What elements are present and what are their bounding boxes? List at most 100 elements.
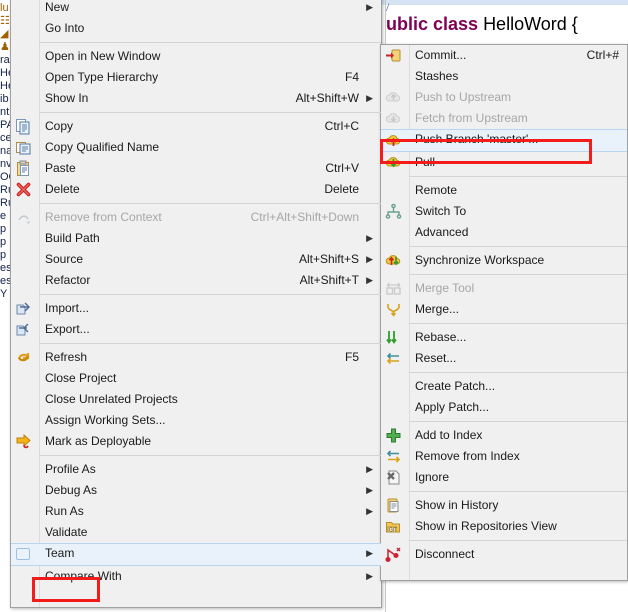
rebase-icon — [385, 329, 402, 346]
code-identifier: HelloWord { — [483, 14, 578, 34]
menu-item-profile-as[interactable]: Profile As ▶ — [11, 459, 381, 480]
menu-item-label: Import... — [45, 301, 90, 315]
menu-item-reset[interactable]: Reset... — [381, 348, 627, 369]
menu-separator — [39, 455, 381, 456]
menu-item-accelerator: Ctrl+Alt+Shift+Down — [250, 210, 359, 224]
menu-item-run-as[interactable]: Run As ▶ — [11, 501, 381, 522]
menu-item-list: New ▶ Go Into Open in New Window Open Type H… — [11, 0, 381, 587]
menu-item-label: Remove from Index — [415, 449, 520, 463]
menu-item-label: Debug As — [45, 483, 98, 497]
menu-item-label: Apply Patch... — [415, 400, 490, 414]
menu-item-label: Ignore — [415, 470, 450, 484]
menu-item-label: Remote — [415, 183, 458, 197]
chevron-right-icon: ▶ — [366, 275, 373, 285]
menu-item-import[interactable]: Import... — [11, 298, 381, 319]
copy-qualified-icon — [15, 139, 32, 156]
menu-item-add-to-index[interactable]: Add to Index — [381, 425, 627, 446]
menu-item-ignore[interactable]: Ignore — [381, 467, 627, 488]
menu-item-refresh[interactable]: Refresh F5 — [11, 347, 381, 368]
menu-item-label: New — [45, 0, 70, 14]
menu-item-export[interactable]: Export... — [11, 319, 381, 340]
menu-item-rebase[interactable]: Rebase... — [381, 327, 627, 348]
menu-item-push-to-upstream: Push to Upstream — [381, 87, 627, 108]
menu-item-show-in[interactable]: Show In Alt+Shift+W ▶ — [11, 88, 381, 109]
menu-item-show-in-repositories-view[interactable]: GIT Show in Repositories View — [381, 516, 627, 537]
menu-item-label: Remove from Context — [45, 210, 162, 224]
reset-icon — [385, 350, 402, 367]
menu-item-build-path[interactable]: Build Path ▶ — [11, 228, 381, 249]
menu-item-copy[interactable]: Copy Ctrl+C — [11, 116, 381, 137]
menu-item-label: Export... — [45, 322, 90, 336]
menu-item-refactor[interactable]: Refactor Alt+Shift+T ▶ — [11, 270, 381, 291]
menu-item-label: Open in New Window — [45, 49, 161, 63]
menu-item-label: Rebase... — [415, 330, 467, 344]
menu-item-paste[interactable]: Paste Ctrl+V — [11, 158, 381, 179]
menu-item-label: Refresh — [45, 350, 88, 364]
project-context-menu[interactable]: New ▶ Go Into Open in New Window Open Type H… — [10, 0, 382, 608]
chevron-right-icon: ▶ — [366, 233, 373, 243]
menu-item-team[interactable]: Team ▶ — [11, 543, 381, 566]
menu-item-open-type-hierarchy[interactable]: Open Type Hierarchy F4 — [11, 67, 381, 88]
team-git-submenu[interactable]: Commit... Ctrl+# Stashes Push to Upstream Fe… — [380, 44, 628, 581]
menu-item-pull[interactable]: Pull — [381, 152, 627, 173]
menu-item-go-into[interactable]: Go Into — [11, 18, 381, 39]
menu-item-label: Build Path — [45, 231, 100, 245]
menu-item-merge[interactable]: Merge... — [381, 299, 627, 320]
menu-item-label: Paste — [45, 161, 76, 175]
menu-item-close-project[interactable]: Close Project — [11, 368, 381, 389]
menu-item-label: Push to Upstream — [415, 90, 512, 104]
menu-item-label: Switch To — [415, 204, 467, 218]
menu-item-advanced[interactable]: Advanced — [381, 222, 627, 243]
merge-tool-icon — [385, 280, 402, 297]
menu-item-label: Advanced — [415, 225, 469, 239]
menu-item-validate[interactable]: Validate — [11, 522, 381, 543]
menu-item-accelerator: Ctrl+V — [325, 161, 359, 175]
menu-separator — [409, 491, 627, 492]
menu-item-assign-working-sets[interactable]: Assign Working Sets... — [11, 410, 381, 431]
menu-item-synchronize-workspace[interactable]: Synchronize Workspace — [381, 250, 627, 271]
menu-item-label: Close Project — [45, 371, 117, 385]
pull-icon — [385, 154, 402, 171]
ignore-icon — [385, 469, 402, 486]
chevron-right-icon: ▶ — [366, 571, 373, 581]
menu-item-label: Fetch from Upstream — [415, 111, 528, 125]
menu-item-debug-as[interactable]: Debug As ▶ — [11, 480, 381, 501]
menu-item-accelerator: F5 — [344, 350, 359, 364]
menu-item-label: Delete — [45, 182, 80, 196]
menu-item-open-in-new-window[interactable]: Open in New Window — [11, 46, 381, 67]
menu-item-label: Compare With — [45, 569, 122, 583]
fetch-upstream-icon — [385, 110, 402, 127]
menu-item-mark-as-deployable[interactable]: Mark as Deployable — [11, 431, 381, 452]
menu-item-show-in-history[interactable]: Show in History — [381, 495, 627, 516]
menu-separator — [39, 112, 381, 113]
menu-item-close-unrelated-projects[interactable]: Close Unrelated Projects — [11, 389, 381, 410]
menu-item-label: Merge Tool — [415, 281, 475, 295]
menu-item-copy-qualified-name[interactable]: Copy Qualified Name — [11, 137, 381, 158]
menu-separator — [39, 294, 381, 295]
menu-item-label: Copy Qualified Name — [45, 140, 160, 154]
menu-item-commit[interactable]: Commit... Ctrl+# — [381, 45, 627, 66]
menu-item-switch-to[interactable]: Switch To — [381, 201, 627, 222]
menu-separator — [409, 372, 627, 373]
menu-item-label: Refactor — [45, 273, 91, 287]
menu-item-accelerator: Alt+Shift+W — [295, 91, 359, 105]
menu-item-apply-patch[interactable]: Apply Patch... — [381, 397, 627, 418]
menu-item-remote[interactable]: Remote — [381, 180, 627, 201]
paste-icon — [15, 160, 32, 177]
menu-item-label: Synchronize Workspace — [415, 253, 545, 267]
menu-item-push-branch-master[interactable]: Push Branch 'master'... — [381, 129, 627, 152]
menu-item-compare-with[interactable]: Compare With ▶ — [11, 566, 381, 587]
menu-item-label: Stashes — [415, 69, 459, 83]
menu-item-remove-from-index[interactable]: Remove from Index — [381, 446, 627, 467]
menu-item-new[interactable]: New ▶ — [11, 0, 381, 18]
menu-item-create-patch[interactable]: Create Patch... — [381, 376, 627, 397]
menu-item-delete[interactable]: Delete Delete — [11, 179, 381, 200]
menu-separator — [409, 176, 627, 177]
menu-item-stashes[interactable]: Stashes — [381, 66, 627, 87]
menu-item-disconnect[interactable]: Disconnect — [381, 544, 627, 565]
menu-item-accelerator: Alt+Shift+S — [298, 252, 359, 266]
chevron-right-icon: ▶ — [366, 93, 373, 103]
menu-item-accelerator: F4 — [344, 70, 359, 84]
menu-item-label: Source — [45, 252, 84, 266]
menu-item-source[interactable]: Source Alt+Shift+S ▶ — [11, 249, 381, 270]
